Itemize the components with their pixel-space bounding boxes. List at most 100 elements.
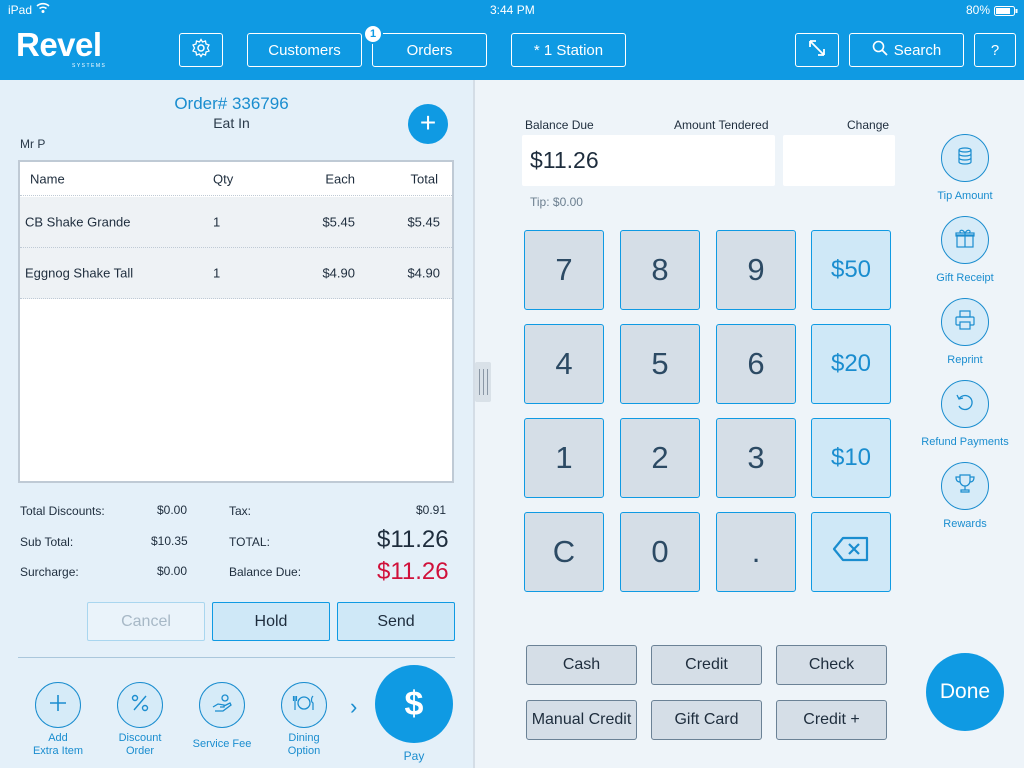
chevron-right-icon[interactable]: › — [350, 694, 357, 720]
wifi-icon — [36, 2, 50, 17]
key-0[interactable]: 0 — [620, 512, 700, 592]
panel-divider — [473, 80, 475, 768]
check-button[interactable]: Check — [776, 645, 887, 685]
item-total: $5.45 — [407, 214, 440, 230]
discount-order-button[interactable] — [117, 682, 163, 728]
orders-count-badge: 1 — [363, 24, 383, 44]
orders-button[interactable]: Orders — [372, 33, 487, 67]
gift-receipt-label: Gift Receipt — [936, 272, 994, 284]
credit-button[interactable]: Credit — [651, 645, 762, 685]
item-qty: 1 — [213, 214, 221, 230]
hand-coin-icon — [211, 693, 233, 718]
item-each: $4.90 — [322, 265, 355, 281]
clock: 3:44 PM — [490, 3, 535, 17]
gift-card-button[interactable]: Gift Card — [651, 700, 762, 740]
change-field — [783, 135, 895, 186]
quick-cash-50-button[interactable]: $50 — [811, 230, 891, 310]
search-label: Search — [893, 41, 942, 59]
fullscreen-button[interactable] — [795, 33, 839, 67]
order-type: Eat In — [213, 115, 250, 131]
top-bar: iPad 3:44 PM 80% Revel SYSTEMS Customers… — [0, 0, 1024, 80]
sub-total-label: Sub Total: — [20, 535, 74, 549]
plate-cutlery-icon — [292, 693, 316, 718]
item-name: Eggnog Shake Tall — [25, 265, 134, 281]
pay-button[interactable]: $ — [375, 665, 453, 743]
key-3[interactable]: 3 — [716, 418, 796, 498]
balance-due-value: $11.26 — [377, 558, 449, 585]
table-row[interactable]: Eggnog Shake Tall 1 $4.90 $4.90 — [20, 248, 452, 299]
key-decimal[interactable]: . — [716, 512, 796, 592]
order-number: Order# 336796 — [174, 94, 289, 113]
dining-option-label: Dining Option — [287, 732, 321, 757]
discount-order-label: Discount Order — [118, 732, 162, 757]
hold-button[interactable]: Hold — [212, 602, 330, 641]
service-fee-button[interactable] — [199, 682, 245, 728]
key-6[interactable]: 6 — [716, 324, 796, 404]
dollar-icon: $ — [404, 684, 424, 723]
add-extra-item-label: Add Extra Item — [32, 732, 84, 757]
key-5[interactable]: 5 — [620, 324, 700, 404]
table-row[interactable]: CB Shake Grande 1 $5.45 $5.45 — [20, 197, 452, 248]
service-fee-label: Service Fee — [192, 738, 252, 750]
total-value: $11.26 — [377, 526, 449, 553]
gear-icon — [191, 38, 211, 62]
refund-payments-button[interactable] — [941, 380, 989, 428]
column-total-header: Total — [410, 171, 438, 186]
settings-button[interactable] — [179, 33, 223, 67]
gift-receipt-button[interactable] — [941, 216, 989, 264]
key-9[interactable]: 9 — [716, 230, 796, 310]
device-name: iPad — [8, 3, 33, 17]
panel-resize-handle[interactable] — [475, 362, 491, 402]
key-7[interactable]: 7 — [524, 230, 604, 310]
rewards-button[interactable] — [941, 462, 989, 510]
done-button[interactable]: Done — [926, 653, 1004, 731]
amount-tendered-field[interactable]: $11.26 — [522, 135, 775, 186]
reprint-label: Reprint — [947, 354, 983, 366]
sub-total-value: $10.35 — [151, 534, 188, 548]
key-2[interactable]: 2 — [620, 418, 700, 498]
balance-due-label: Balance Due: — [229, 565, 302, 579]
add-item-button[interactable]: + — [408, 104, 448, 144]
send-button[interactable]: Send — [337, 602, 455, 641]
toolbar-separator — [18, 657, 455, 658]
column-name-header: Name — [30, 171, 65, 186]
total-label: TOTAL: — [229, 535, 270, 549]
key-8[interactable]: 8 — [620, 230, 700, 310]
manual-credit-button[interactable]: Manual Credit — [526, 700, 637, 740]
add-extra-item-button[interactable] — [35, 682, 81, 728]
column-qty-header: Qty — [213, 171, 234, 186]
dining-option-button[interactable] — [281, 682, 327, 728]
quick-cash-20-button[interactable]: $20 — [811, 324, 891, 404]
change-header: Change — [847, 118, 890, 132]
station-button[interactable]: * 1 Station — [511, 33, 626, 67]
item-total: $4.90 — [407, 265, 440, 281]
tax-value: $0.91 — [416, 503, 447, 517]
key-clear[interactable]: C — [524, 512, 604, 592]
item-each: $5.45 — [322, 214, 355, 230]
customers-button[interactable]: Customers — [247, 33, 362, 67]
cash-button[interactable]: Cash — [526, 645, 637, 685]
printer-icon — [954, 309, 976, 336]
cancel-button[interactable]: Cancel — [87, 602, 205, 641]
search-button[interactable]: Search — [849, 33, 964, 67]
help-button[interactable]: ? — [974, 33, 1016, 67]
key-1[interactable]: 1 — [524, 418, 604, 498]
order-items-table: Name Qty Each Total CB Shake Grande 1 $5… — [18, 160, 454, 483]
search-icon — [872, 40, 888, 60]
tip-amount-button[interactable] — [941, 134, 989, 182]
balance-due-header: Balance Due — [525, 118, 594, 132]
pay-label: Pay — [403, 749, 425, 763]
refresh-icon — [954, 391, 976, 418]
credit-plus-button[interactable]: Credit + — [776, 700, 887, 740]
quick-cash-10-button[interactable]: $10 — [811, 418, 891, 498]
backspace-button[interactable] — [811, 512, 891, 592]
refund-payments-label: Refund Payments — [921, 436, 1009, 448]
reprint-button[interactable] — [941, 298, 989, 346]
backspace-icon — [832, 536, 870, 569]
expand-arrows-icon — [808, 39, 826, 61]
percent-icon — [130, 693, 150, 718]
key-4[interactable]: 4 — [524, 324, 604, 404]
trophy-icon — [954, 473, 976, 500]
battery-percent: 80% — [966, 3, 991, 17]
revel-logo: Revel — [16, 26, 102, 63]
